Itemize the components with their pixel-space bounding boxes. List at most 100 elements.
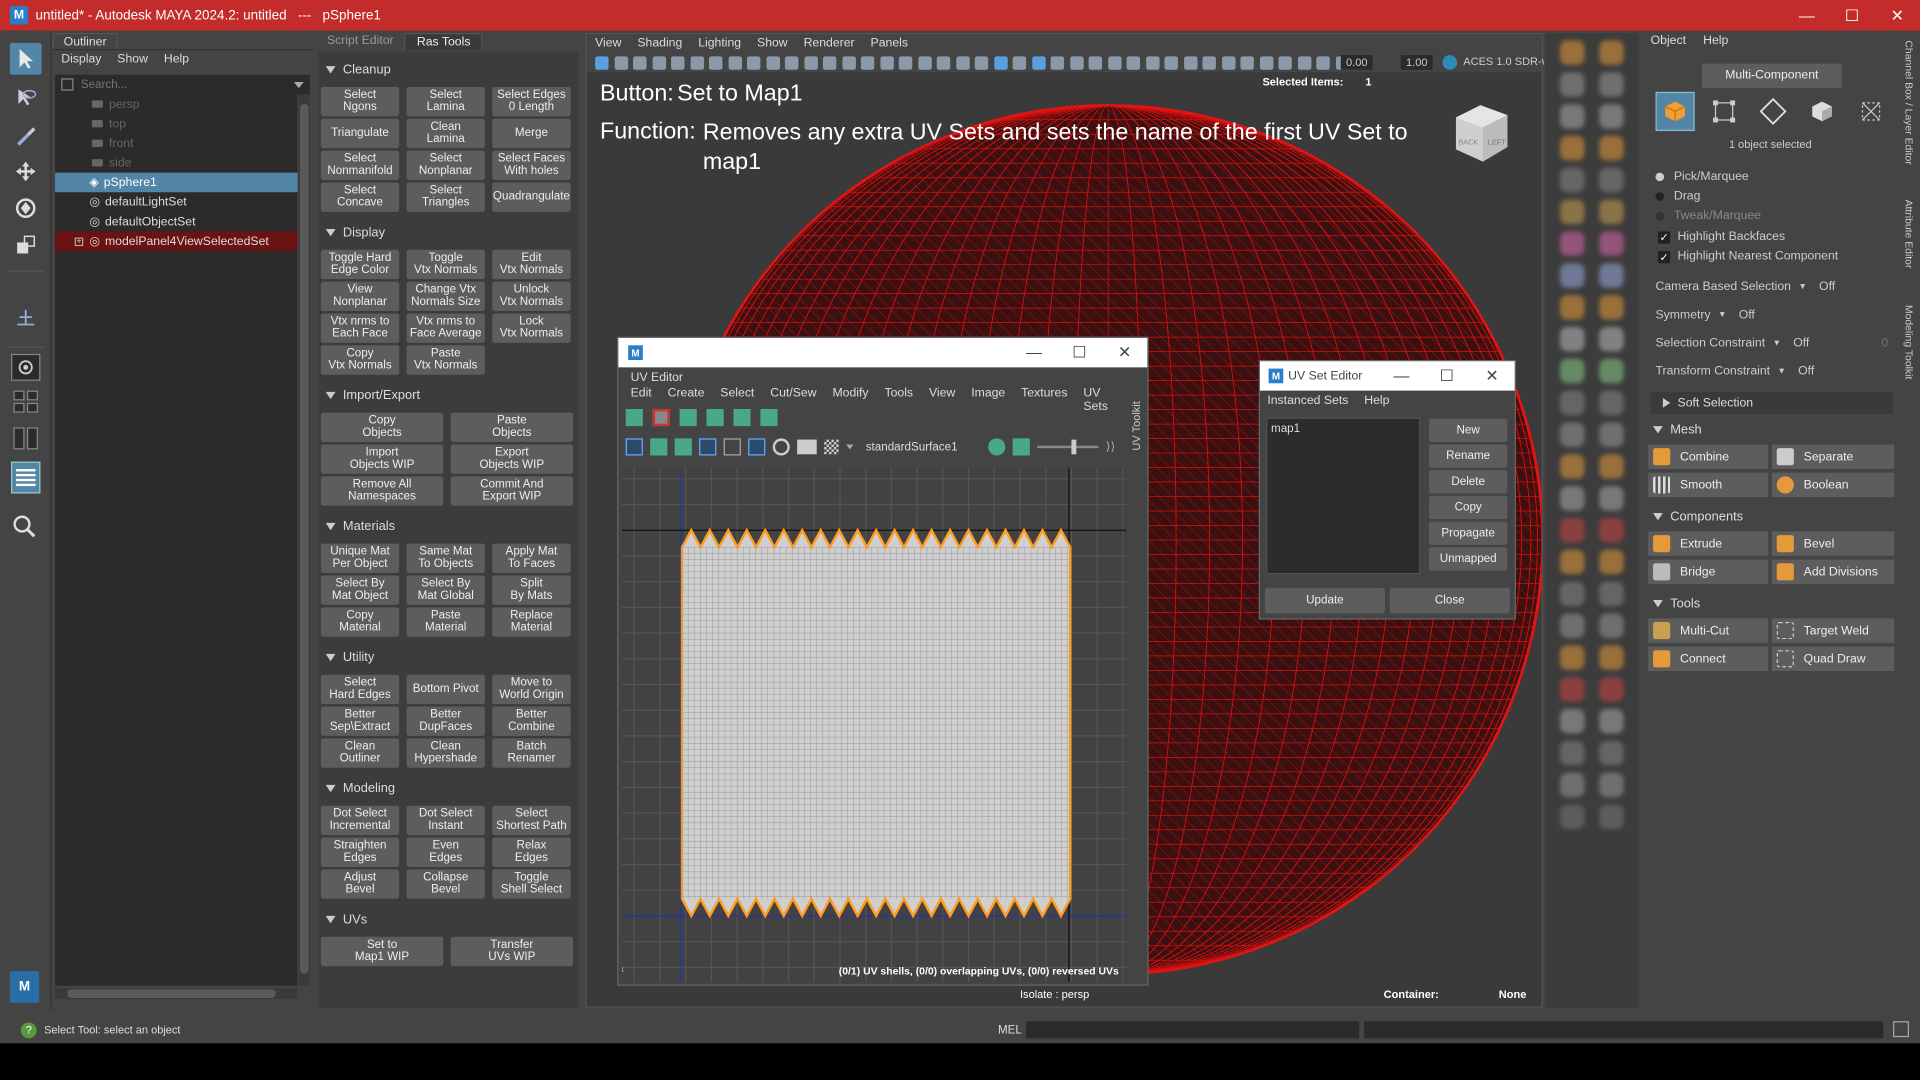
viewport-toolbar-icon[interactable] xyxy=(993,55,1008,70)
select-lamina-button[interactable]: Select Lamina xyxy=(406,86,485,117)
new-uv-set-button[interactable]: New xyxy=(1428,418,1508,443)
uv-grid-icon[interactable] xyxy=(679,408,697,427)
viewport-menu-renderer[interactable]: Renderer xyxy=(804,37,855,50)
mesh-section[interactable]: Mesh xyxy=(1651,422,1702,437)
copy-material-button[interactable]: Copy Material xyxy=(320,607,400,637)
smooth-button[interactable]: Smooth xyxy=(1648,472,1769,498)
viewport-toolbar-icon[interactable] xyxy=(1240,55,1254,70)
select-nonplanar-button[interactable]: Select Nonplanar xyxy=(406,150,485,181)
section-modeling[interactable]: Modeling xyxy=(323,781,395,796)
shelf-item-icon[interactable] xyxy=(1560,613,1585,638)
shelf-item-icon[interactable] xyxy=(1560,581,1585,607)
uv-texture-icon[interactable] xyxy=(760,408,778,427)
viewport-toolbar-icon[interactable] xyxy=(1088,55,1103,70)
viewport-toolbar-icon[interactable] xyxy=(595,55,609,70)
section-import-export[interactable]: Import/Export xyxy=(323,388,420,403)
viewport-toolbar-icon[interactable] xyxy=(1145,55,1159,70)
merge-button[interactable]: Merge xyxy=(492,118,571,149)
filter-icon[interactable] xyxy=(61,78,74,91)
uv-mode-icon[interactable] xyxy=(1851,92,1890,131)
colorspace-icon[interactable] xyxy=(1442,55,1458,70)
update-button[interactable]: Update xyxy=(1264,587,1385,614)
uv-tile-icon[interactable] xyxy=(699,438,717,456)
tab-attribute-editor[interactable]: Attribute Editor xyxy=(1903,200,1915,269)
viewport-toolbar-icon[interactable] xyxy=(1221,55,1235,70)
uv-menu-textures[interactable]: Textures xyxy=(1021,387,1067,404)
viewport-toolbar-icon[interactable] xyxy=(1183,55,1197,70)
uv-menu-select[interactable]: Select xyxy=(720,387,754,404)
remove-all-namespaces-button[interactable]: Remove All Namespaces xyxy=(320,476,444,506)
viewport-toolbar-icon[interactable] xyxy=(879,55,894,70)
commit-and-export-button[interactable]: Commit And Export WIP xyxy=(450,476,574,506)
better-sep-extract-button[interactable]: Better Sep\Extract xyxy=(320,706,400,736)
shelf-item-icon[interactable] xyxy=(1560,358,1585,384)
clean-outliner-button[interactable]: Clean Outliner xyxy=(320,738,400,768)
viewport-toolbar-icon[interactable] xyxy=(1316,55,1330,70)
material-select[interactable]: standardSurface1 xyxy=(866,440,981,453)
mel-label[interactable]: MEL xyxy=(998,1023,1022,1036)
uv-menu-cut-sew[interactable]: Cut/Sew xyxy=(770,387,816,404)
shelf-item-icon[interactable] xyxy=(1599,167,1624,193)
connect-button[interactable]: Connect xyxy=(1648,646,1769,672)
select-tool-icon[interactable] xyxy=(9,42,42,75)
colorspace-select[interactable]: ACES 1.0 SDR-v xyxy=(1463,55,1544,70)
quad-draw-button[interactable]: Quad Draw xyxy=(1771,646,1895,672)
expand-icon[interactable]: + xyxy=(74,236,84,246)
list-item[interactable]: side xyxy=(55,153,297,173)
viewport-toolbar-icon[interactable] xyxy=(708,55,723,70)
viewport-toolbar-icon[interactable] xyxy=(614,55,628,70)
copy-uv-set-button[interactable]: Copy xyxy=(1428,495,1508,520)
shelf-item-icon[interactable] xyxy=(1599,549,1624,575)
same-mat-button[interactable]: Same Mat To Objects xyxy=(406,543,485,574)
shelf-item-icon[interactable] xyxy=(1599,390,1624,416)
viewport-toolbar-icon[interactable] xyxy=(1050,55,1065,70)
select-hard-edges-button[interactable]: Select Hard Edges xyxy=(320,674,400,705)
shelf-item-icon[interactable] xyxy=(1560,231,1585,256)
outliner-menu-help[interactable]: Help xyxy=(164,53,189,68)
viewport-toolbar-icon[interactable] xyxy=(633,55,647,70)
viewport-toolbar-icon[interactable] xyxy=(1012,55,1027,70)
outliner-hscrollbar[interactable] xyxy=(55,988,298,1000)
symmetry-option[interactable]: Symmetry ▼ Off xyxy=(1656,309,1755,322)
minimize-button[interactable]: — xyxy=(1379,366,1424,386)
shelf-item-icon[interactable] xyxy=(1560,295,1585,320)
shelf-item-icon[interactable] xyxy=(1599,231,1624,256)
viewport-toolbar-icon[interactable] xyxy=(1259,55,1273,70)
split-by-mats-button[interactable]: Split By Mats xyxy=(492,575,571,605)
shelf-item-icon[interactable] xyxy=(1560,804,1585,829)
shelf-item-icon[interactable] xyxy=(1599,72,1624,97)
shelf-item-icon[interactable] xyxy=(1599,295,1624,320)
viewport-menu-panels[interactable]: Panels xyxy=(871,37,908,50)
shelf-item-icon[interactable] xyxy=(1599,772,1624,798)
close-dialog-button[interactable]: Close xyxy=(1389,587,1510,614)
shelf-item-icon[interactable] xyxy=(1560,326,1585,352)
components-section[interactable]: Components xyxy=(1651,509,1743,524)
tools-section[interactable]: Tools xyxy=(1651,596,1700,611)
move-to-world-origin-button[interactable]: Move to World Origin xyxy=(492,674,571,705)
vertex-mode-icon[interactable] xyxy=(1704,92,1743,131)
uv-exposure-icon[interactable] xyxy=(1012,438,1030,456)
combine-button[interactable]: Combine xyxy=(1648,444,1769,469)
transform-constraint-option[interactable]: Transform Constraint ▼ Off xyxy=(1656,365,1815,378)
shelf-item-icon[interactable] xyxy=(1599,740,1624,766)
shelf-item-icon[interactable] xyxy=(1599,613,1624,638)
vtx-nrms-face-average-button[interactable]: Vtx nrms to Face Average xyxy=(406,313,485,343)
shelf-item-icon[interactable] xyxy=(1599,517,1624,543)
viewport-toolbar-icon[interactable] xyxy=(803,55,818,70)
outliner-vscrollbar[interactable] xyxy=(298,94,310,986)
command-line-input[interactable] xyxy=(1026,1021,1360,1039)
toolkit-menu-help[interactable]: Help xyxy=(1703,34,1728,47)
viewport-toolbar-icon[interactable] xyxy=(1031,55,1046,70)
maximize-button[interactable]: ☐ xyxy=(1424,366,1469,386)
uv-menu-image[interactable]: Image xyxy=(971,387,1005,404)
shelf-item-icon[interactable] xyxy=(1560,72,1585,97)
shelf-item-icon[interactable] xyxy=(1599,645,1624,670)
viewport-toolbar-icon[interactable] xyxy=(1164,55,1178,70)
delete-uv-set-button[interactable]: Delete xyxy=(1428,470,1508,494)
viewport-toolbar-icon[interactable] xyxy=(746,55,761,70)
better-dupfaces-button[interactable]: Better DupFaces xyxy=(406,706,485,736)
gamma-field[interactable]: 1.00 xyxy=(1400,55,1433,70)
unmapped-uv-set-button[interactable]: Unmapped xyxy=(1428,547,1508,571)
uv-canvas[interactable]: x xyxy=(622,467,1127,983)
move-tool-icon[interactable] xyxy=(10,156,42,188)
